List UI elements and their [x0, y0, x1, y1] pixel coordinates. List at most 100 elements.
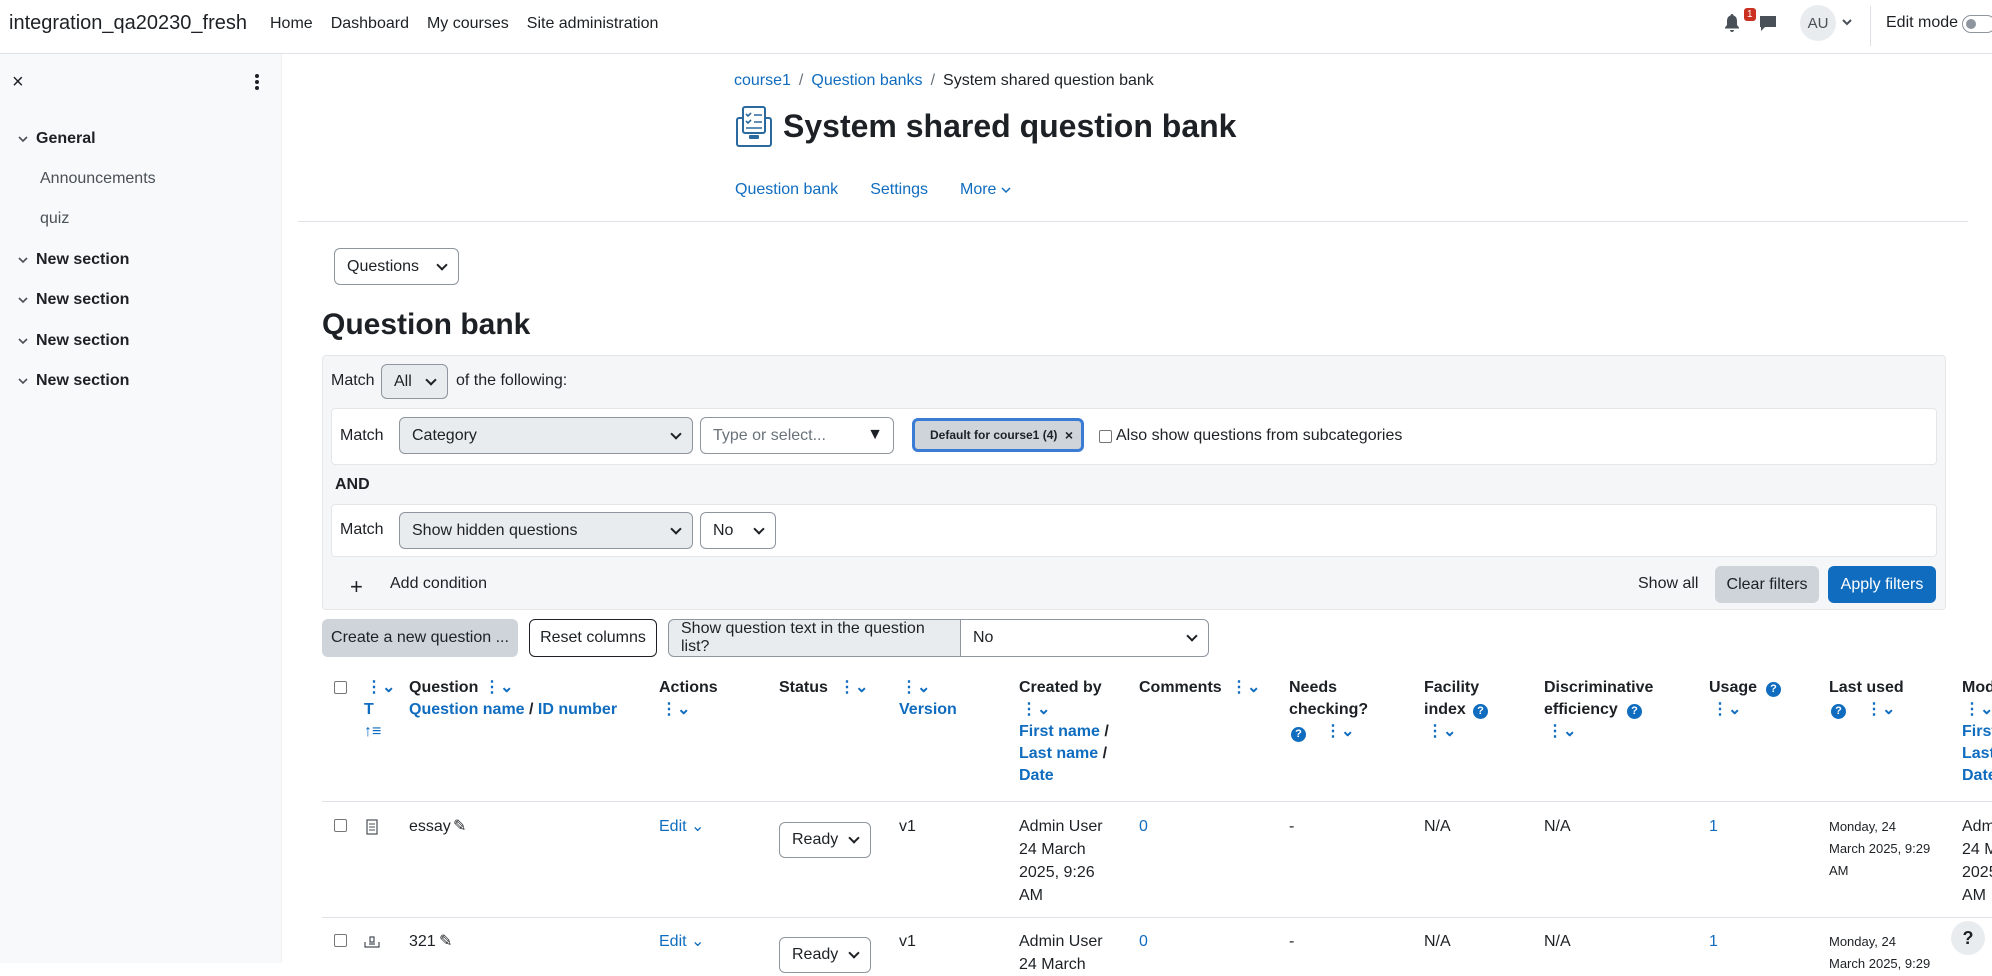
last-used-help-icon[interactable]: ? — [1831, 704, 1846, 719]
category-search-input[interactable]: Type or select... ▼ — [700, 417, 894, 454]
create-new-question-button[interactable]: Create a new question ... — [322, 619, 518, 657]
add-condition-button[interactable]: Add condition — [390, 575, 487, 593]
reset-columns-button[interactable]: Reset columns — [529, 619, 657, 657]
show-all-button[interactable]: Show all — [1638, 575, 1698, 593]
needs-checking-value: - — [1289, 818, 1295, 835]
modified-column-menu-icon[interactable]: ⋮⌄ — [1964, 699, 1992, 721]
chevron-down-icon[interactable] — [18, 295, 28, 305]
tab-settings[interactable]: Settings — [870, 181, 928, 199]
section-title[interactable]: New section — [36, 291, 129, 309]
chevron-down-icon[interactable] — [18, 336, 28, 346]
user-avatar[interactable]: AU — [1800, 5, 1836, 41]
nav-my-courses[interactable]: My courses — [427, 15, 509, 33]
tab-question-bank[interactable]: Question bank — [735, 181, 838, 199]
status-select[interactable]: Ready — [779, 937, 871, 973]
nav-dashboard[interactable]: Dashboard — [331, 15, 409, 33]
version-column-menu-icon[interactable]: ⋮⌄ — [901, 677, 930, 699]
section-new-1[interactable]: New section — [18, 251, 129, 269]
row-select-checkbox[interactable] — [334, 934, 347, 947]
status-select[interactable]: Ready — [779, 822, 871, 858]
usage-help-icon[interactable]: ? — [1766, 682, 1781, 697]
needs-checking-help-icon[interactable]: ? — [1291, 727, 1306, 742]
sort-id-number[interactable]: ID number — [538, 701, 617, 718]
user-menu-chevron-down-icon[interactable] — [1841, 16, 1853, 28]
sort-ascending-icon[interactable]: ↑≡ — [364, 721, 381, 743]
usage-count-link[interactable]: 1 — [1709, 930, 1718, 953]
sort-question-name[interactable]: Question name — [409, 701, 525, 718]
select-all-checkbox[interactable] — [334, 681, 347, 694]
needs-checking-column-menu-icon[interactable]: ⋮⌄ — [1325, 721, 1354, 743]
match-type-select[interactable]: All — [381, 364, 448, 399]
last-used-column-menu-icon[interactable]: ⋮⌄ — [1866, 699, 1895, 721]
actions-column-header: Actions — [659, 679, 718, 696]
activity-announcements[interactable]: Announcements — [40, 170, 156, 188]
created-by-column-menu-icon[interactable]: ⋮⌄ — [1021, 699, 1050, 721]
notification-bell-icon[interactable] — [1724, 14, 1740, 32]
section-title[interactable]: General — [36, 130, 96, 148]
sort-type-link[interactable]: T — [364, 699, 374, 721]
filter-field-select[interactable]: Category — [399, 417, 693, 454]
facility-column-menu-icon[interactable]: ⋮⌄ — [1427, 721, 1456, 743]
section-new-2[interactable]: New section — [18, 291, 129, 309]
section-title[interactable]: New section — [36, 332, 129, 350]
section-new-3[interactable]: New section — [18, 332, 129, 350]
actions-column-menu-icon[interactable]: ⋮⌄ — [661, 699, 690, 721]
comments-count-link[interactable]: 0 — [1139, 815, 1148, 838]
type-column-menu-icon[interactable]: ⋮⌄ — [366, 677, 395, 699]
sort-mod-date[interactable]: Date — [1962, 767, 1992, 784]
comments-count-link[interactable]: 0 — [1139, 930, 1148, 953]
usage-count-link[interactable]: 1 — [1709, 815, 1718, 838]
question-sort-links: Question name / ID number — [409, 701, 618, 718]
sort-date[interactable]: Date — [1019, 767, 1054, 784]
chevron-down-icon[interactable] — [18, 134, 28, 144]
table-divider — [322, 801, 1992, 802]
chevron-down-icon[interactable] — [18, 376, 28, 386]
sort-last-name[interactable]: Last name — [1019, 745, 1098, 762]
facility-help-icon[interactable]: ? — [1473, 704, 1488, 719]
kebab-menu-icon[interactable] — [254, 74, 260, 90]
apply-filters-button[interactable]: Apply filters — [1828, 566, 1936, 603]
filter-field-select[interactable]: Show hidden questions — [399, 512, 693, 549]
activity-quiz[interactable]: quiz — [40, 210, 69, 228]
edit-name-pencil-icon[interactable]: ✎ — [439, 930, 452, 953]
question-column-menu-icon[interactable]: ⋮⌄ — [484, 677, 513, 699]
section-new-4[interactable]: New section — [18, 372, 129, 390]
row-select-checkbox[interactable] — [334, 819, 347, 832]
messages-icon[interactable] — [1759, 14, 1777, 32]
edit-name-pencil-icon[interactable]: ✎ — [453, 815, 466, 838]
site-name[interactable]: integration_qa20230_fresh — [9, 12, 247, 35]
discriminative-help-icon[interactable]: ? — [1627, 704, 1642, 719]
breadcrumb-question-banks[interactable]: Question banks — [811, 72, 922, 89]
edit-action-menu[interactable]: Edit ⌄ — [659, 815, 704, 838]
question-bank-navigation-select[interactable]: Questions — [334, 248, 459, 285]
discriminative-column-menu-icon[interactable]: ⋮⌄ — [1547, 721, 1576, 743]
remove-tag-icon[interactable]: × — [1065, 427, 1073, 443]
sort-mod-last[interactable]: Last — [1962, 745, 1992, 762]
usage-column-menu-icon[interactable]: ⋮⌄ — [1712, 699, 1741, 721]
breadcrumb-course1[interactable]: course1 — [734, 72, 791, 89]
subcategories-checkbox[interactable] — [1099, 430, 1112, 443]
sort-first-name[interactable]: First name — [1019, 723, 1100, 740]
add-condition-plus-icon[interactable]: + — [350, 574, 363, 600]
nav-home[interactable]: Home — [270, 15, 313, 33]
close-drawer-icon[interactable]: × — [12, 71, 24, 94]
sort-mod-first[interactable]: First — [1962, 723, 1992, 740]
comments-column-menu-icon[interactable]: ⋮⌄ — [1231, 677, 1260, 699]
sort-version-link[interactable]: Version — [899, 699, 957, 721]
status-column-menu-icon[interactable]: ⋮⌄ — [839, 677, 868, 699]
section-title[interactable]: New section — [36, 372, 129, 390]
chevron-down-icon[interactable] — [18, 255, 28, 265]
clear-filters-button[interactable]: Clear filters — [1715, 566, 1819, 603]
tab-more[interactable]: More — [960, 181, 1011, 199]
show-question-text-select[interactable]: No — [960, 619, 1209, 657]
help-button[interactable]: ? — [1951, 921, 1985, 955]
section-title[interactable]: New section — [36, 251, 129, 269]
hidden-questions-value-select[interactable]: No — [700, 512, 776, 549]
edit-mode-toggle[interactable] — [1962, 15, 1992, 33]
selected-category-tag[interactable]: Default for course1 (4) × — [912, 418, 1084, 452]
nav-site-administration[interactable]: Site administration — [527, 15, 659, 33]
section-general[interactable]: General — [18, 130, 96, 148]
edit-action-menu[interactable]: Edit ⌄ — [659, 930, 704, 953]
divider — [298, 221, 1968, 222]
dropdown-arrow-icon[interactable]: ▼ — [867, 426, 883, 444]
